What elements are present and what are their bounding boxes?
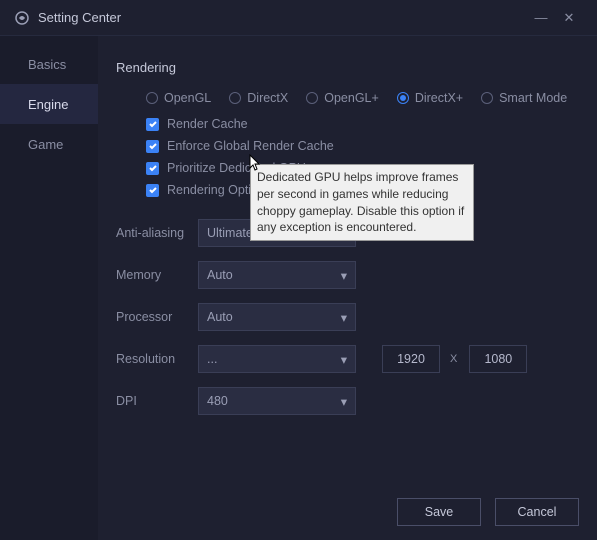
checkbox-icon <box>146 140 159 153</box>
radio-icon <box>306 92 318 104</box>
radio-directxplus[interactable]: DirectX+ <box>397 91 463 105</box>
radio-icon <box>146 92 158 104</box>
radio-label: DirectX+ <box>415 91 463 105</box>
radio-label: DirectX <box>247 91 288 105</box>
row-processor: Processor Auto ▾ <box>116 303 597 331</box>
checkbox-enforce-global[interactable]: Enforce Global Render Cache <box>146 139 597 153</box>
checkbox-icon <box>146 118 159 131</box>
label-memory: Memory <box>116 268 198 282</box>
label-processor: Processor <box>116 310 198 324</box>
sidebar-item-engine[interactable]: Engine <box>0 84 98 124</box>
sidebar: Basics Engine Game <box>0 36 98 540</box>
label-antialiasing: Anti-aliasing <box>116 226 198 240</box>
label-resolution: Resolution <box>116 352 198 366</box>
row-dpi: DPI 480 ▾ <box>116 387 597 415</box>
select-value: Auto <box>207 310 233 324</box>
minimize-button[interactable]: — <box>527 10 555 25</box>
resolution-width[interactable]: 1920 <box>382 345 440 373</box>
app-logo-icon <box>14 10 30 26</box>
render-mode-row: OpenGL DirectX OpenGL+ DirectX+ Smart Mo… <box>146 91 597 105</box>
chevron-down-icon: ▾ <box>341 352 347 367</box>
checkbox-icon <box>146 184 159 197</box>
sidebar-item-basics[interactable]: Basics <box>0 44 98 84</box>
select-value: Auto <box>207 268 233 282</box>
chevron-down-icon: ▾ <box>341 310 347 325</box>
resolution-height[interactable]: 1080 <box>469 345 527 373</box>
sidebar-item-label: Game <box>28 137 63 152</box>
radio-label: OpenGL+ <box>324 91 379 105</box>
radio-icon <box>481 92 493 104</box>
radio-label: Smart Mode <box>499 91 567 105</box>
tooltip: Dedicated GPU helps improve frames per s… <box>250 164 474 241</box>
chevron-down-icon: ▾ <box>341 394 347 409</box>
cancel-button[interactable]: Cancel <box>495 498 579 526</box>
radio-directx[interactable]: DirectX <box>229 91 288 105</box>
select-resolution[interactable]: ... ▾ <box>198 345 356 373</box>
footer: Save Cancel <box>397 498 579 526</box>
radio-openglplus[interactable]: OpenGL+ <box>306 91 379 105</box>
row-resolution: Resolution ... ▾ 1920 X 1080 <box>116 345 597 373</box>
checkbox-label: Render Cache <box>167 117 248 131</box>
radio-opengl[interactable]: OpenGL <box>146 91 211 105</box>
window-title: Setting Center <box>38 10 527 25</box>
section-title: Rendering <box>116 60 597 75</box>
chevron-down-icon: ▾ <box>341 268 347 283</box>
save-button[interactable]: Save <box>397 498 481 526</box>
resolution-multiply: X <box>450 353 457 365</box>
sidebar-item-game[interactable]: Game <box>0 124 98 164</box>
label-dpi: DPI <box>116 394 198 408</box>
checkbox-render-cache[interactable]: Render Cache <box>146 117 597 131</box>
select-value: ... <box>207 352 217 366</box>
radio-label: OpenGL <box>164 91 211 105</box>
checkbox-icon <box>146 162 159 175</box>
select-dpi[interactable]: 480 ▾ <box>198 387 356 415</box>
main-panel: Rendering OpenGL DirectX OpenGL+ DirectX… <box>98 36 597 540</box>
radio-icon <box>229 92 241 104</box>
select-value: Ultimate <box>207 226 253 240</box>
select-memory[interactable]: Auto ▾ <box>198 261 356 289</box>
sidebar-item-label: Engine <box>28 97 68 112</box>
titlebar: Setting Center — ✕ <box>0 0 597 36</box>
radio-icon <box>397 92 409 104</box>
checkbox-label: Enforce Global Render Cache <box>167 139 334 153</box>
sidebar-item-label: Basics <box>28 57 66 72</box>
select-processor[interactable]: Auto ▾ <box>198 303 356 331</box>
row-memory: Memory Auto ▾ <box>116 261 597 289</box>
close-button[interactable]: ✕ <box>555 10 583 26</box>
select-value: 480 <box>207 394 228 408</box>
radio-smartmode[interactable]: Smart Mode <box>481 91 567 105</box>
